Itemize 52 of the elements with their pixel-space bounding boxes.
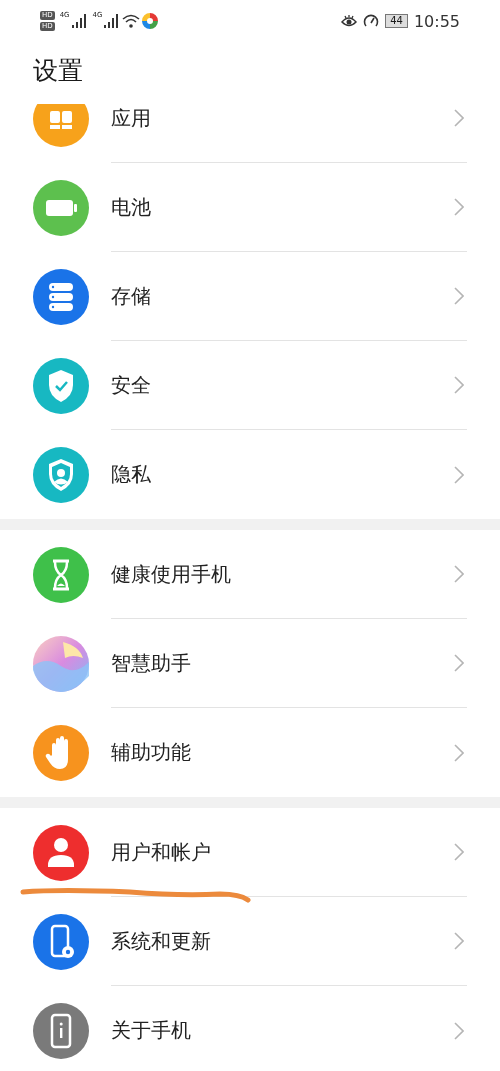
chevron-icon: [454, 287, 464, 305]
item-label: 存储: [111, 282, 151, 310]
hand-icon: [33, 724, 89, 781]
settings-item[interactable]: 隐私: [0, 430, 500, 519]
settings-item[interactable]: 应用: [0, 104, 500, 163]
item-label: 智慧助手: [111, 649, 191, 677]
settings-item[interactable]: 系统和更新: [0, 897, 500, 986]
settings-item[interactable]: 智慧助手: [0, 619, 500, 708]
chevron-icon: [454, 843, 464, 861]
page-title: 设置: [0, 42, 500, 104]
wifi-icon: [122, 14, 141, 28]
speedometer-icon: [363, 13, 380, 29]
settings-item[interactable]: 安全: [0, 341, 500, 430]
battery-icon: [33, 179, 89, 236]
hourglass-icon: [33, 546, 89, 603]
eye-icon: [341, 14, 358, 28]
chevron-icon: [454, 565, 464, 583]
item-label: 健康使用手机: [111, 560, 231, 588]
settings-item[interactable]: 健康使用手机: [0, 530, 500, 619]
signal-icon: [71, 14, 88, 28]
orb-icon: [33, 635, 89, 692]
item-label: 系统和更新: [111, 927, 211, 955]
settings-item[interactable]: 电池: [0, 163, 500, 252]
shield-person-icon: [33, 446, 89, 503]
storage-icon: [33, 268, 89, 325]
item-label: 隐私: [111, 461, 151, 488]
chevron-icon: [454, 932, 464, 950]
chevron-icon: [454, 743, 464, 762]
item-label: 电池: [111, 193, 151, 221]
settings-item[interactable]: 关于手机: [0, 986, 500, 1071]
person-icon: [33, 824, 89, 881]
item-label: 安全: [111, 371, 151, 399]
settings-item[interactable]: 辅助功能: [0, 708, 500, 797]
item-label: 应用: [111, 104, 151, 132]
chevron-icon: [454, 198, 464, 216]
chevron-icon: [454, 654, 464, 672]
phone-info-icon: [33, 1002, 89, 1059]
item-label: 辅助功能: [111, 739, 191, 766]
chevron-icon: [454, 465, 464, 484]
app-notification-icon: [142, 13, 159, 29]
chevron-icon: [454, 376, 464, 394]
phone-gear-icon: [33, 913, 89, 970]
item-label: 关于手机: [111, 1017, 191, 1044]
settings-item[interactable]: 存储: [0, 252, 500, 341]
chevron-icon: [454, 109, 464, 127]
item-label: 用户和帐户: [111, 838, 211, 866]
signal-icon: [104, 14, 121, 28]
shield-check-icon: [33, 357, 89, 414]
battery-indicator: 44: [385, 14, 408, 28]
settings-item[interactable]: 用户和帐户: [0, 808, 500, 897]
clock-time: 10:55: [413, 11, 460, 31]
chevron-icon: [454, 1021, 464, 1040]
